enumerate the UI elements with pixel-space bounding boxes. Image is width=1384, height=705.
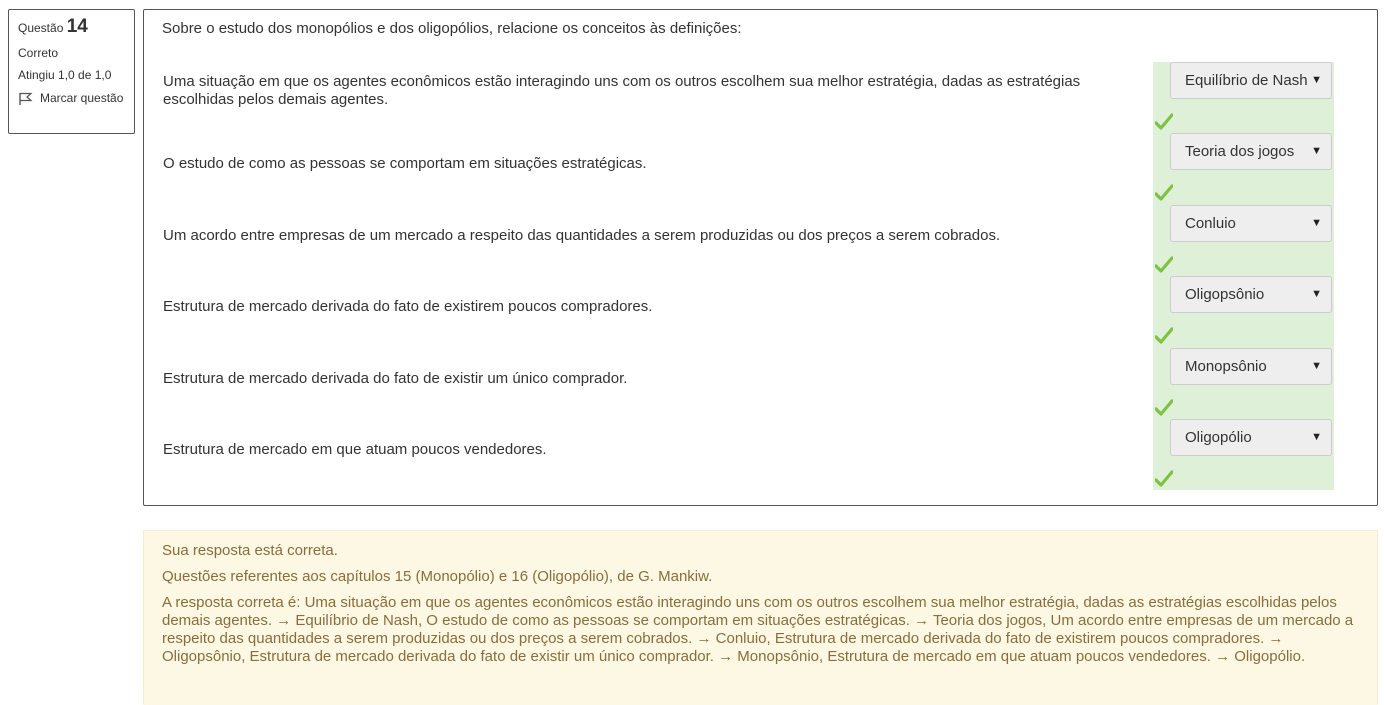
feedback-panel: Sua resposta está correta. Questões refe… [143,530,1378,705]
definition-text: Um acordo entre empresas de um mercado a… [163,227,1001,244]
answer-select[interactable]: Conluio ▼ [1170,205,1332,242]
question-number: 14 [66,16,88,37]
feedback-reference: Questões referentes aos capítulos 15 (Mo… [162,568,713,585]
answer-select-value: Teoria dos jogos [1185,143,1295,160]
answer-select-value: Monopsônio [1185,358,1267,375]
dropdown-arrow-icon: ▼ [1311,431,1322,443]
check-icon [1155,327,1173,344]
answer-select-value: Oligopólio [1185,429,1252,446]
check-icon [1155,113,1173,130]
dropdown-arrow-icon: ▼ [1311,288,1322,300]
answer-select-value: Oligopsônio [1185,286,1265,303]
question-status: Correto [18,46,59,60]
question-label: Questão [18,21,64,35]
question-info: Questão 14 Correto Atingiu 1,0 de 1,0 Ma… [8,9,135,134]
question-content: Sobre o estudo dos monopólios e dos olig… [143,9,1378,506]
definition-text: O estudo de como as pessoas se comportam… [163,155,647,172]
flag-label: Marcar questão [40,91,124,105]
dropdown-arrow-icon: ▼ [1311,217,1322,229]
dropdown-arrow-icon: ▼ [1311,360,1322,372]
definition-text: Estrutura de mercado derivada do fato de… [163,298,653,315]
feedback-result: Sua resposta está correta. [162,542,338,559]
check-icon [1155,470,1173,487]
answer-select[interactable]: Teoria dos jogos ▼ [1170,133,1332,170]
check-icon [1155,184,1173,201]
definition-text: Estrutura de mercado derivada do fato de… [163,370,628,387]
answer-select[interactable]: Oligopsônio ▼ [1170,276,1332,313]
question-prompt: Sobre o estudo dos monopólios e dos olig… [162,20,742,37]
definition-text: Estrutura de mercado em que atuam poucos… [163,441,547,458]
dropdown-arrow-icon: ▼ [1311,74,1322,86]
answer-select[interactable]: Oligopólio ▼ [1170,419,1332,456]
definition-text: Uma situação em que os agentes econômico… [163,73,1081,108]
flag-icon [18,91,40,109]
answer-select[interactable]: Monopsônio ▼ [1170,348,1332,385]
answer-select-value: Conluio [1185,215,1236,232]
question-grade: Atingiu 1,0 de 1,0 [18,68,112,82]
check-icon [1155,399,1173,416]
check-icon [1155,256,1173,273]
answer-select-value: Equilíbrio de Nash [1185,72,1308,89]
flag-question-link[interactable]: Marcar questão [18,91,125,109]
answer-select[interactable]: Equilíbrio de Nash ▼ [1170,62,1332,99]
feedback-correct-answer: A resposta correta é: Uma situação em qu… [162,594,1354,665]
question-number-line: Questão 14 [18,16,125,39]
dropdown-arrow-icon: ▼ [1311,145,1322,157]
